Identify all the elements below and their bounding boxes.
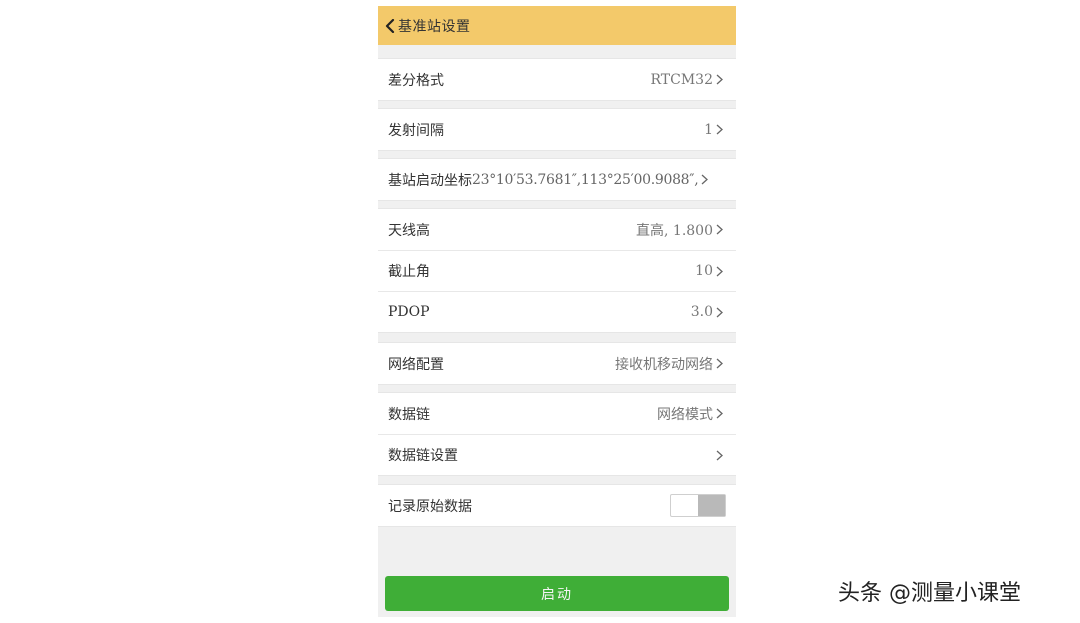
setting-label: 截止角 <box>388 264 430 280</box>
setting-label: PDOP <box>388 304 430 320</box>
setting-value: 直高, 1.800 <box>636 222 713 239</box>
chevron-right-icon <box>716 358 726 370</box>
setting-value: 接收机移动网络 <box>615 356 713 373</box>
setting-label: 记录原始数据 <box>388 498 472 515</box>
setting-label: 天线高 <box>388 222 430 239</box>
back-button[interactable]: 基准站设置 <box>378 6 736 45</box>
setting-tx-interval[interactable]: 发射间隔 1 <box>378 109 736 150</box>
group-datalink: 数据链 网络模式 数据链设置 <box>378 392 736 476</box>
phone-screen: 基准站设置 差分格式 RTCM32 发射间隔 1 基站启动坐标 23°10′53… <box>378 6 736 617</box>
group-network: 网络配置 接收机移动网络 <box>378 342 736 385</box>
setting-antenna-height[interactable]: 天线高 直高, 1.800 <box>378 209 736 250</box>
chevron-right-icon <box>716 74 726 86</box>
setting-value: 3.0 <box>690 304 713 320</box>
setting-value: RTCM32 <box>650 71 714 88</box>
chevron-right-icon <box>716 408 726 420</box>
setting-label: 网络配置 <box>388 356 444 373</box>
setting-base-coord[interactable]: 基站启动坐标 23°10′53.7681″,113°25′00.9088″, <box>378 159 736 200</box>
setting-value: 23°10′53.7681″,113°25′00.9088″, <box>472 171 699 188</box>
setting-network-config[interactable]: 网络配置 接收机移动网络 <box>378 343 736 384</box>
setting-value: 1 <box>704 121 713 138</box>
setting-label: 基站启动坐标 <box>388 172 472 189</box>
group-base-coord: 基站启动坐标 23°10′53.7681″,113°25′00.9088″, <box>378 158 736 201</box>
chevron-right-icon <box>716 265 726 277</box>
setting-cutoff-angle[interactable]: 截止角 10 <box>378 250 736 291</box>
setting-record-raw: 记录原始数据 <box>378 485 736 526</box>
setting-label: 发射间隔 <box>388 122 444 139</box>
group-antenna: 天线高 直高, 1.800 截止角 10 PDOP 3.0 <box>378 208 736 333</box>
setting-label: 数据链设置 <box>388 448 458 464</box>
setting-label: 数据链 <box>388 406 430 423</box>
watermark: 头条 @测量小课堂 <box>838 581 1021 606</box>
setting-diff-format[interactable]: 差分格式 RTCM32 <box>378 59 736 100</box>
chevron-right-icon <box>701 174 711 186</box>
setting-datalink[interactable]: 数据链 网络模式 <box>378 393 736 434</box>
start-button[interactable]: 启动 <box>385 576 729 611</box>
chevron-left-icon <box>383 17 397 35</box>
chevron-right-icon <box>716 306 726 318</box>
chevron-right-icon <box>716 449 726 461</box>
chevron-right-icon <box>716 124 726 136</box>
setting-datalink-settings[interactable]: 数据链设置 <box>378 434 736 475</box>
group-diff-format: 差分格式 RTCM32 <box>378 58 736 101</box>
setting-value: 10 <box>695 263 713 279</box>
record-raw-toggle[interactable] <box>670 494 726 517</box>
setting-value: 网络模式 <box>657 406 713 423</box>
toggle-off-segment <box>698 495 725 516</box>
page-title: 基准站设置 <box>398 18 471 35</box>
setting-label: 差分格式 <box>388 72 444 89</box>
chevron-right-icon <box>716 224 726 236</box>
setting-pdop[interactable]: PDOP 3.0 <box>378 291 736 332</box>
group-record-raw: 记录原始数据 <box>378 484 736 527</box>
group-tx-interval: 发射间隔 1 <box>378 108 736 151</box>
